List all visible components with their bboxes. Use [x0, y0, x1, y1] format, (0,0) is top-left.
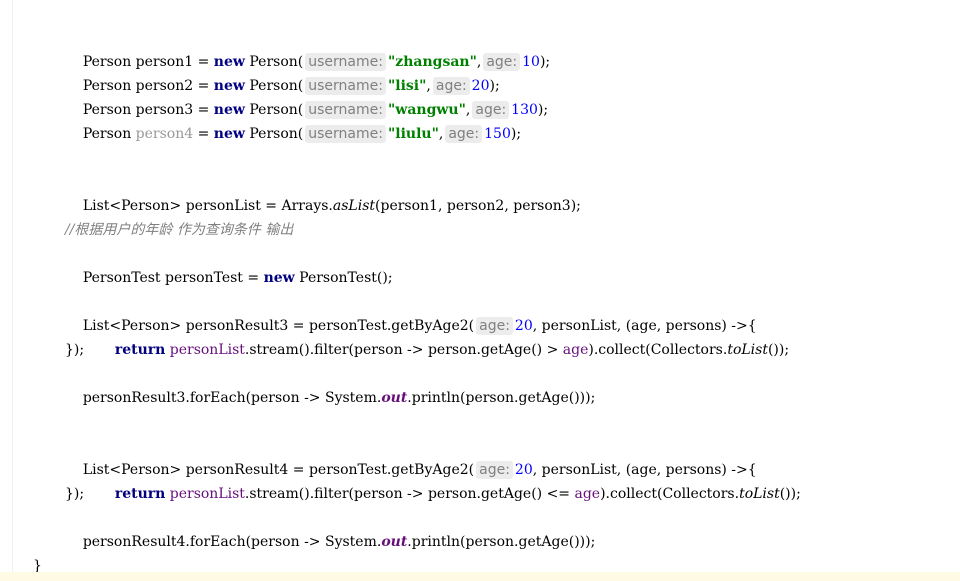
end-token: ); — [510, 126, 522, 142]
static-method-token: toList — [739, 486, 780, 502]
code-text: List<Person> personList = Arrays. — [82, 198, 333, 214]
code-text: ).collect(Collectors. — [600, 486, 740, 502]
keyword-new: new — [213, 126, 245, 142]
code-text: ).collect(Collectors. — [588, 342, 728, 358]
code-text: PersonTest personTest = — [82, 270, 264, 286]
code-line-person2[interactable]: Person person2 = new Person(username: "li… — [65, 50, 500, 95]
code-text: .stream().filter(person -> person.getAge… — [244, 486, 575, 502]
static-method-token: asList — [332, 198, 376, 214]
code-line-close-lambda[interactable]: }); — [65, 482, 84, 506]
code-line-person4[interactable]: Person person4 = new Person(username: "li… — [65, 98, 521, 143]
code-line-result4-decl[interactable]: List<Person> personResult4 = personTest.… — [65, 434, 757, 479]
keyword-return: return — [114, 486, 166, 502]
number-literal: 10 — [522, 54, 540, 70]
code-text: personResult4.forEach(person -> System. — [82, 534, 382, 550]
code-comment[interactable]: //根据用户的年龄 作为查询条件 输出 — [65, 218, 293, 242]
end-token: ); — [537, 102, 549, 118]
current-line-highlight — [0, 572, 960, 581]
code-line-person-test[interactable]: PersonTest personTest = new PersonTest()… — [65, 242, 393, 286]
code-text: .stream().filter(person -> person.getAge… — [244, 342, 563, 358]
code-line-close-lambda[interactable]: }); — [65, 338, 84, 362]
unused-var-token: person4 — [135, 126, 194, 142]
code-text: ()); — [767, 342, 790, 358]
code-line-result4-foreach[interactable]: personResult4.forEach(person -> System.o… — [65, 506, 595, 550]
code-line-person-list[interactable]: List<Person> personList = Arrays.asList(… — [65, 170, 581, 214]
lambda-param-token: age — [562, 342, 589, 358]
string-literal: "liulu" — [387, 126, 439, 142]
param-hint-username: username: — [305, 125, 386, 143]
op-token: = — [197, 126, 210, 142]
keyword-return: return — [114, 342, 166, 358]
static-method-token: toList — [727, 342, 768, 358]
code-line-result3-return[interactable]: return personList.stream().filter(person… — [97, 314, 789, 358]
code-line-result3-foreach[interactable]: personResult3.forEach(person -> System.o… — [65, 362, 595, 406]
keyword-new: new — [263, 270, 295, 286]
code-line-person3[interactable]: Person person3 = new Person(username: "wa… — [65, 74, 548, 119]
ctor-token: Person( — [249, 126, 304, 142]
code-text: (person1, person2, person3); — [375, 198, 581, 214]
code-line-result3-decl[interactable]: List<Person> personResult3 = personTest.… — [65, 290, 757, 335]
captured-field-token: personList — [169, 342, 245, 358]
code-line-result4-return[interactable]: return personList.stream().filter(person… — [97, 458, 801, 502]
captured-field-token: personList — [169, 486, 245, 502]
type-token: Person — [82, 126, 132, 142]
number-literal: 150 — [484, 126, 511, 142]
code-text: PersonTest(); — [294, 270, 393, 286]
code-line-person1[interactable]: Person person1 = new Person(username: "zh… — [65, 26, 550, 71]
static-field-token: out — [381, 390, 408, 406]
code-text: .println(person.getAge())); — [407, 534, 596, 550]
param-hint-age: age: — [445, 125, 483, 143]
static-field-token: out — [381, 534, 408, 550]
lambda-param-token: age — [574, 486, 601, 502]
gutter-divider — [12, 0, 13, 581]
end-token: ); — [539, 54, 551, 70]
code-text: .println(person.getAge())); — [407, 390, 596, 406]
code-text: personResult3.forEach(person -> System. — [82, 390, 382, 406]
code-text: ()); — [779, 486, 801, 502]
comma-token: , — [438, 126, 444, 142]
code-editor[interactable]: Person person1 = new Person(username: "zh… — [0, 0, 960, 581]
